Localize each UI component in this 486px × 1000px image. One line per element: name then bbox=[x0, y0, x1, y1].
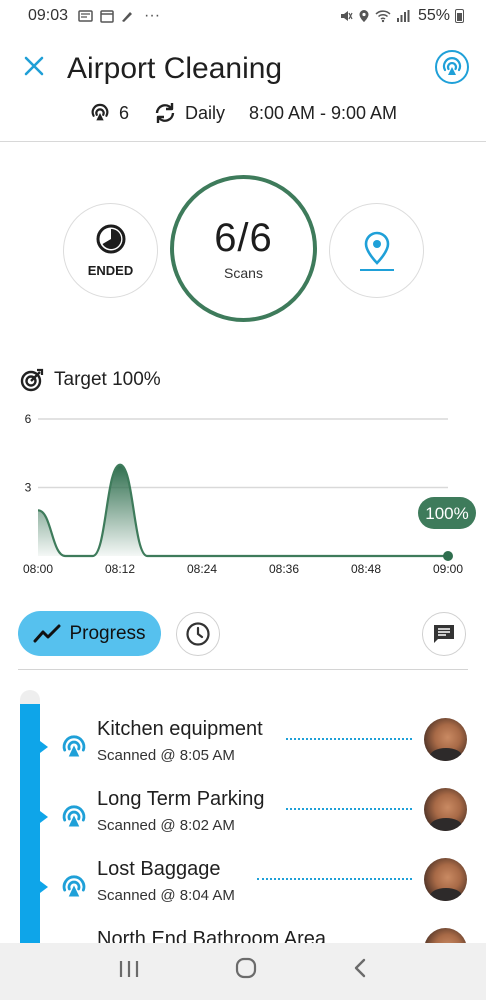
back-icon bbox=[355, 958, 366, 978]
notification-icons: ··· bbox=[78, 7, 160, 25]
end-label-text: 100% bbox=[425, 504, 468, 523]
comments-tab[interactable] bbox=[422, 612, 466, 656]
target-row: Target 100% bbox=[20, 368, 161, 392]
close-icon bbox=[24, 56, 44, 76]
comment-icon bbox=[434, 625, 454, 643]
map-pin-icon bbox=[364, 231, 389, 265]
item-title: Lost Baggage bbox=[97, 858, 221, 880]
status-circle: ENDED bbox=[63, 203, 158, 298]
chart-endpoint bbox=[443, 551, 453, 561]
x-tick-label: 08:48 bbox=[351, 562, 381, 576]
timeline-pointer bbox=[40, 881, 48, 893]
recent-apps-icon bbox=[119, 960, 138, 977]
beacon-icon bbox=[442, 57, 462, 75]
x-tick-label: 08:00 bbox=[23, 562, 53, 576]
x-tick-label: 08:36 bbox=[269, 562, 299, 576]
mute-icon bbox=[340, 11, 353, 21]
timeline-pointer bbox=[40, 811, 48, 823]
target-label: Target 100% bbox=[54, 369, 161, 390]
scans-value: 6/6 bbox=[214, 216, 273, 260]
notification-icon bbox=[78, 10, 93, 22]
home-icon bbox=[235, 957, 257, 979]
tab-divider bbox=[18, 669, 468, 670]
calendar-icon bbox=[100, 10, 114, 23]
progress-label: Progress bbox=[69, 622, 146, 644]
checkpoint-count: 6 bbox=[118, 102, 129, 123]
ended-clock-icon bbox=[96, 224, 125, 254]
frequency: Daily bbox=[184, 102, 225, 123]
wifi-icon bbox=[375, 10, 391, 23]
battery-icon bbox=[455, 9, 464, 23]
beacon-icon bbox=[62, 875, 86, 897]
x-tick-label: 08:12 bbox=[105, 562, 135, 576]
dotted-leader bbox=[286, 808, 412, 810]
item-scan-time: Scanned @ 8:05 AM bbox=[97, 747, 235, 764]
avatar bbox=[424, 858, 467, 901]
item-title: Kitchen equipment bbox=[97, 718, 263, 740]
status-bar: 09:03 ··· 55% bbox=[0, 0, 486, 32]
status-time: 09:03 bbox=[28, 7, 69, 24]
battery-percent: 55% bbox=[417, 7, 450, 24]
end-label: 100% bbox=[418, 497, 476, 529]
beacon-icon bbox=[62, 735, 86, 757]
beacon-icon bbox=[62, 805, 86, 827]
item-scan-time: Scanned @ 8:02 AM bbox=[97, 817, 235, 834]
clock-icon bbox=[186, 622, 210, 646]
location-underline bbox=[359, 268, 394, 271]
checkpoint-icon bbox=[91, 103, 109, 121]
chart-line bbox=[37, 463, 448, 558]
location-button[interactable] bbox=[329, 203, 424, 298]
list-item[interactable]: Long Term Parking Scanned @ 8:02 AM bbox=[0, 780, 486, 840]
location-status-icon bbox=[359, 10, 369, 22]
header: Airport Cleaning 6 Daily 8:00 AM - 9:00 … bbox=[0, 32, 486, 142]
dotted-leader bbox=[257, 878, 412, 880]
repeat-icon bbox=[155, 103, 175, 123]
list-item[interactable]: Lost Baggage Scanned @ 8:04 AM bbox=[0, 850, 486, 910]
home-button[interactable] bbox=[235, 957, 257, 986]
system-nav-bar bbox=[0, 943, 486, 1000]
scan-chart: 6 3 08:00 08:12 08:24 08:36 08:48 09:00 100% bbox=[0, 400, 486, 590]
time-range: 8:00 AM - 9:00 AM bbox=[248, 102, 398, 123]
list-item[interactable]: Kitchen equipment Scanned @ 8:05 AM bbox=[0, 710, 486, 770]
signal-icon bbox=[396, 10, 410, 22]
item-title: Long Term Parking bbox=[97, 788, 265, 810]
recent-apps-button[interactable] bbox=[118, 958, 140, 986]
meta-row: 6 Daily 8:00 AM - 9:00 AM bbox=[0, 102, 486, 124]
more-notifications: ··· bbox=[144, 7, 161, 24]
back-button[interactable] bbox=[352, 957, 368, 986]
y-tick-label: 6 bbox=[25, 412, 32, 426]
page-title: Airport Cleaning bbox=[67, 52, 283, 85]
trend-icon bbox=[33, 624, 61, 642]
x-tick-label: 09:00 bbox=[433, 562, 463, 576]
progress-tab[interactable]: Progress bbox=[18, 611, 161, 656]
dotted-leader bbox=[286, 738, 412, 740]
scans-label: Scans bbox=[224, 265, 263, 281]
chart-area bbox=[38, 464, 448, 556]
close-button[interactable] bbox=[20, 54, 48, 82]
scan-chart-svg: 6 3 08:00 08:12 08:24 08:36 08:48 09:00 100% bbox=[23, 412, 476, 576]
y-tick-label: 3 bbox=[25, 481, 32, 495]
x-tick-label: 08:24 bbox=[187, 562, 217, 576]
timeline-pointer bbox=[40, 741, 48, 753]
status-label: ENDED bbox=[87, 263, 134, 278]
avatar bbox=[424, 718, 467, 761]
target-icon bbox=[20, 368, 44, 392]
beacon-button[interactable] bbox=[435, 50, 469, 84]
pencil-icon bbox=[122, 12, 133, 22]
avatar bbox=[424, 788, 467, 831]
history-tab[interactable] bbox=[176, 612, 220, 656]
scans-circle: 6/6 Scans bbox=[170, 175, 317, 322]
item-scan-time: Scanned @ 8:04 AM bbox=[97, 887, 235, 904]
